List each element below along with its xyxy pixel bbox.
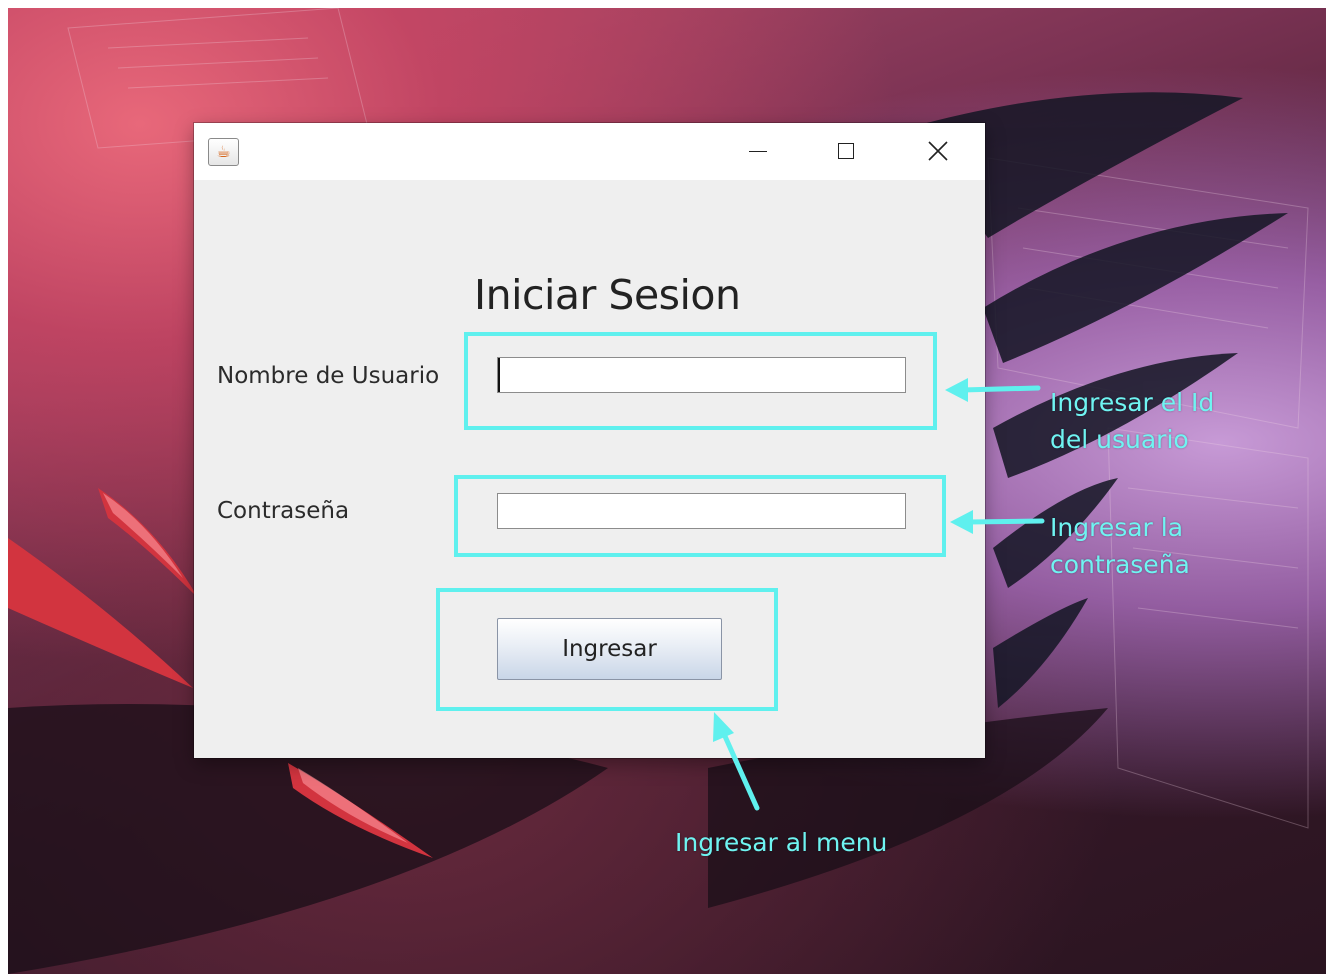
maximize-icon bbox=[838, 143, 854, 159]
password-annotation: Ingresar la contraseña bbox=[1050, 509, 1190, 583]
page-title: Iniciar Sesion bbox=[474, 271, 741, 319]
password-annotation-line2: contraseña bbox=[1050, 550, 1190, 579]
window-titlebar[interactable]: ☕ bbox=[194, 123, 985, 180]
minimize-button[interactable] bbox=[735, 131, 781, 171]
username-annotation: Ingresar el Id del usuario bbox=[1050, 384, 1214, 458]
password-annotation-line1: Ingresar la bbox=[1050, 513, 1184, 542]
minimize-icon bbox=[749, 151, 767, 152]
username-label: Nombre de Usuario bbox=[217, 363, 440, 389]
password-label: Contraseña bbox=[217, 498, 350, 524]
close-button[interactable] bbox=[915, 131, 961, 171]
username-annotation-line2: del usuario bbox=[1050, 425, 1189, 454]
password-highlight-box bbox=[454, 475, 946, 557]
username-highlight-box bbox=[464, 332, 937, 430]
java-cup-icon[interactable]: ☕ bbox=[208, 138, 239, 166]
button-annotation: Ingresar al menu bbox=[675, 828, 888, 857]
button-highlight-box bbox=[436, 588, 778, 711]
maximize-button[interactable] bbox=[824, 131, 870, 171]
username-annotation-line1: Ingresar el Id bbox=[1050, 388, 1215, 417]
close-icon bbox=[928, 141, 948, 161]
